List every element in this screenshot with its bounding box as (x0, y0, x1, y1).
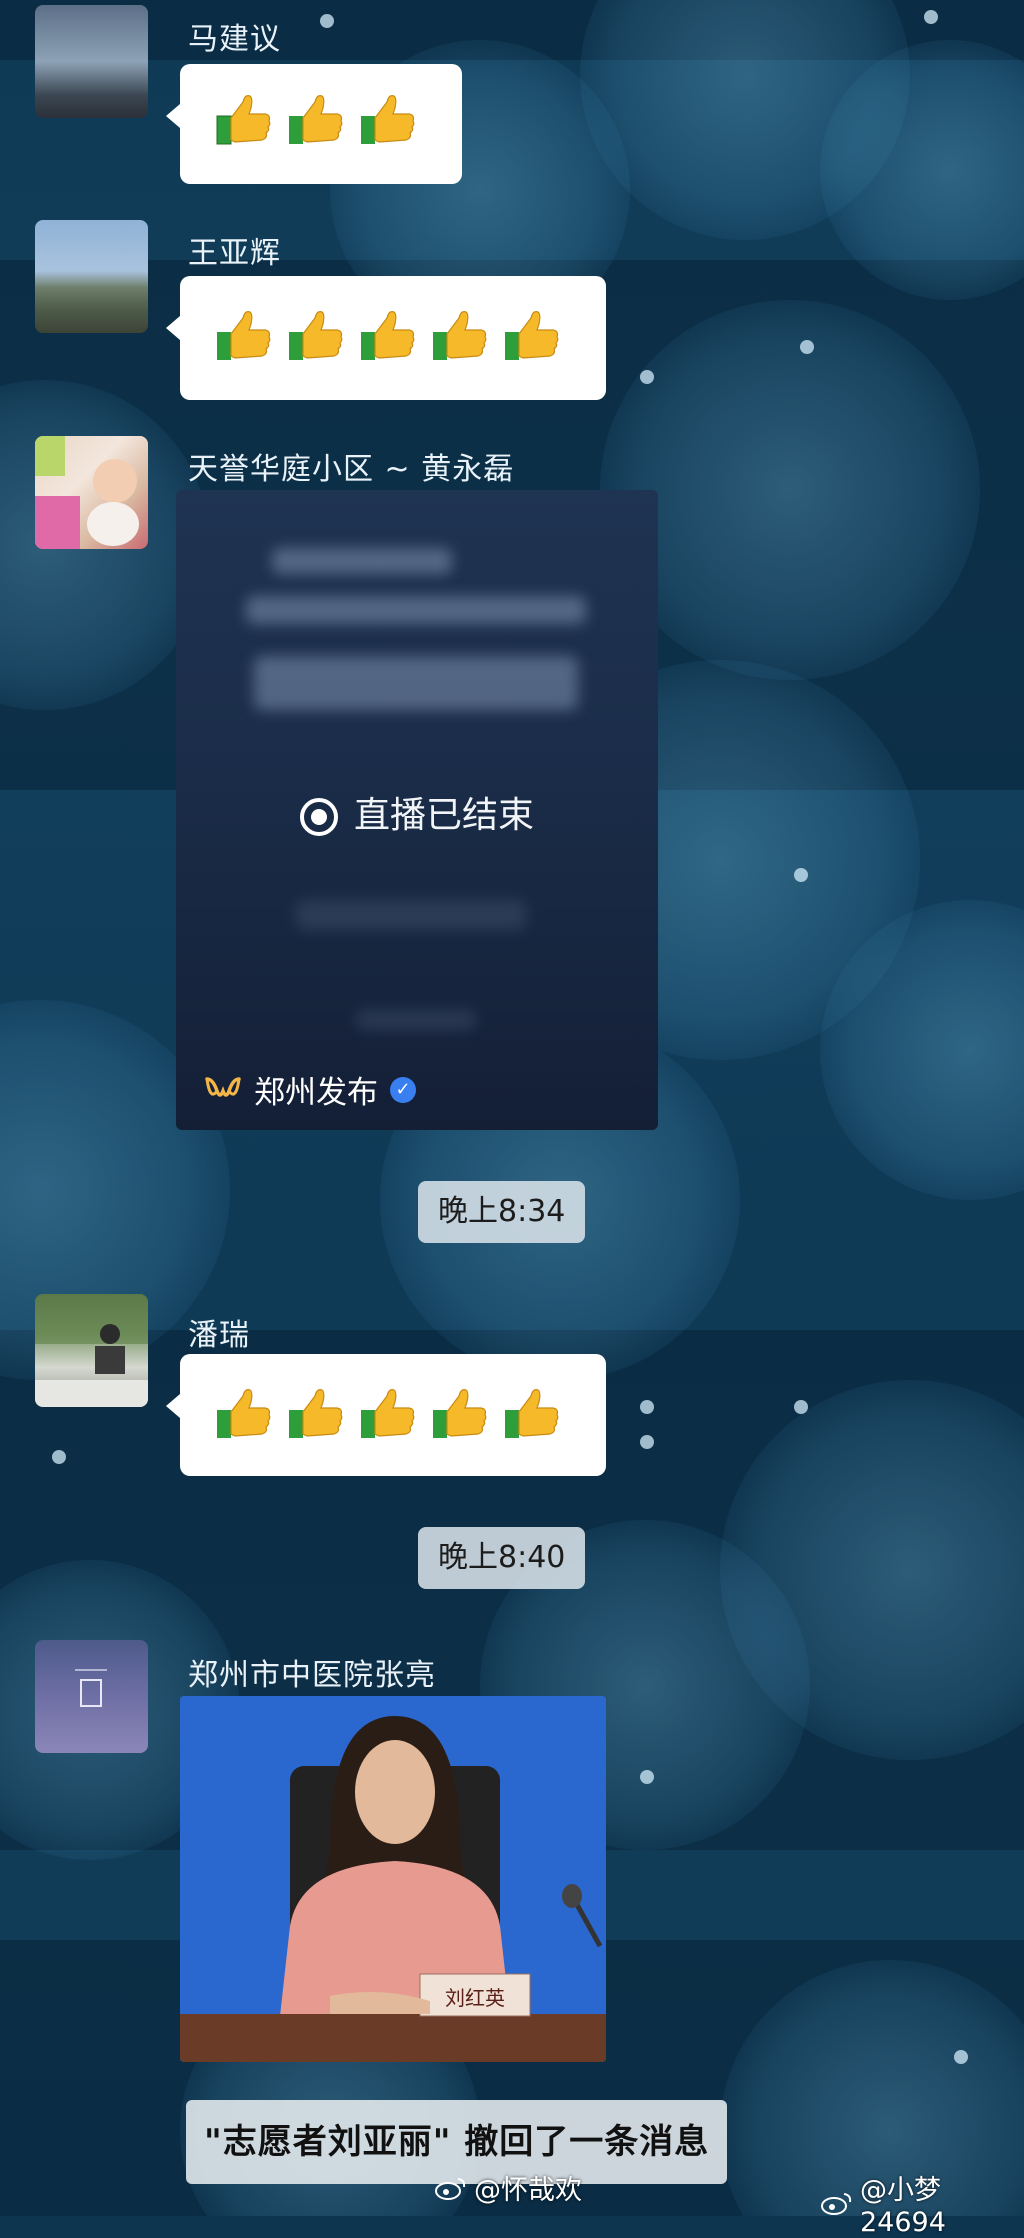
weibo-icon (434, 2175, 468, 2201)
live-share-card[interactable]: 直播已结束 郑州发布 ✓ (176, 490, 658, 1130)
watermark-text: @怀哉欢 (474, 2175, 582, 2206)
thumbs-up-icon (287, 1384, 345, 1442)
thumbs-up-icon (503, 306, 561, 364)
sender-name: 天誉华庭小区 ~ 黄永磊 (188, 452, 515, 487)
avatar-logo-icon (75, 1669, 107, 1707)
thumbs-up-icon (431, 1384, 489, 1442)
thumbs-up-icon (215, 306, 273, 364)
sender-name: 王亚辉 (188, 236, 281, 271)
message-bubble[interactable] (166, 276, 606, 400)
person-photo (35, 1294, 148, 1407)
sender-name: 潘瑞 (188, 1318, 250, 1353)
thumbs-up-icon (287, 306, 345, 364)
timestamp: 晚上8:34 (418, 1181, 586, 1243)
sender-name: 郑州市中医院张亮 (188, 1658, 436, 1693)
verified-badge-icon: ✓ (390, 1076, 416, 1103)
press-conference-photo (180, 1696, 606, 2062)
thumbs-up-icon (431, 306, 489, 364)
thumbs-up-icon (503, 1384, 561, 1442)
image-message[interactable]: 刘红英 (180, 1696, 606, 2062)
thumbs-up-icon (287, 90, 345, 148)
live-source: 郑州发布 ✓ (204, 1067, 416, 1112)
live-ended-icon (299, 798, 338, 836)
message-bubble[interactable] (166, 64, 462, 184)
emoji-row (215, 1384, 561, 1442)
nameplate-text: 刘红英 (445, 1986, 505, 2010)
weibo-icon (820, 2190, 854, 2216)
live-status-text: 直播已结束 (353, 795, 534, 836)
watermark: @小梦24694 (820, 2168, 1024, 2238)
thumbs-up-icon (215, 90, 273, 148)
thumbs-up-icon (359, 90, 417, 148)
avatar[interactable] (35, 436, 148, 549)
baby-photo (35, 436, 139, 549)
sender-name: 马建议 (188, 22, 281, 57)
watermark: @怀哉欢 (434, 2168, 582, 2207)
avatar[interactable] (35, 1640, 148, 1753)
avatar[interactable] (35, 5, 148, 118)
live-status: 直播已结束 (176, 786, 658, 838)
thumbs-up-icon (359, 1384, 417, 1442)
message-bubble[interactable] (166, 1354, 606, 1476)
emoji-row (215, 90, 417, 148)
timestamp: 晚上8:40 (418, 1527, 586, 1589)
avatar[interactable] (35, 1294, 148, 1407)
thumbs-up-icon (215, 1384, 273, 1442)
thumbs-up-icon (359, 306, 417, 364)
live-source-name: 郑州发布 (254, 1075, 378, 1111)
channels-logo-icon (205, 1076, 241, 1097)
emoji-row (215, 306, 561, 364)
avatar[interactable] (35, 220, 148, 333)
watermark-text: @小梦24694 (860, 2175, 946, 2238)
